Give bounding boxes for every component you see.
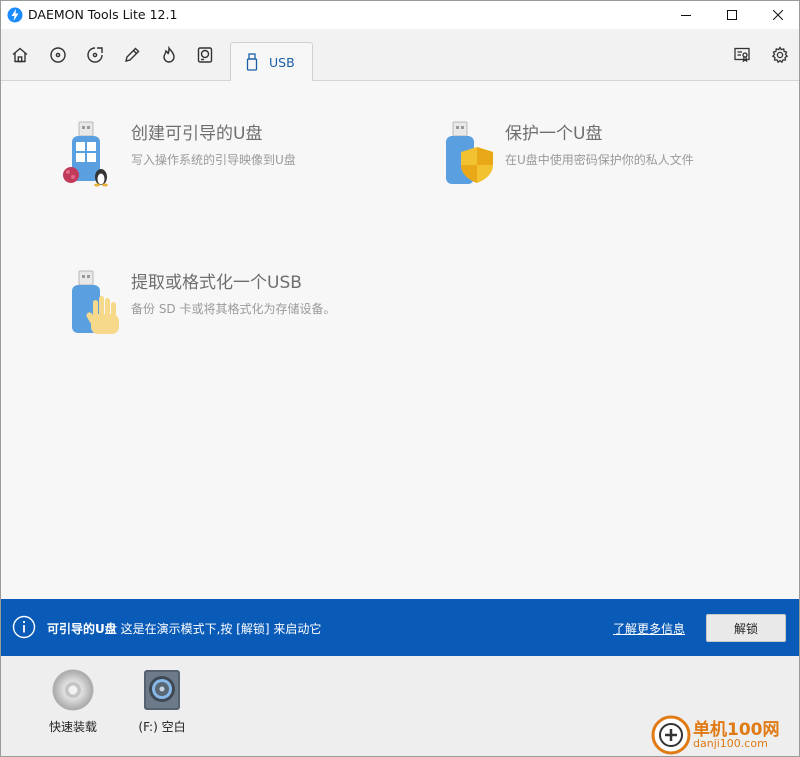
card-subtitle: 在U盘中使用密码保护你的私人文件 xyxy=(505,153,694,167)
bootable-usb-icon xyxy=(59,119,119,191)
daemon-logo-icon xyxy=(7,7,23,23)
card-extract-format-usb[interactable]: 提取或格式化一个USB 备份 SD 卡或将其格式化为存储设备。 xyxy=(59,268,379,348)
card-create-bootable-usb[interactable]: 创建可引导的U盘 写入操作系统的引导映像到U盘 xyxy=(59,119,379,199)
site-watermark: 单机100网 danji100.com xyxy=(649,713,799,756)
card-title: 创建可引导的U盘 xyxy=(131,124,263,144)
minimize-button[interactable] xyxy=(663,1,709,29)
home-icon[interactable] xyxy=(8,43,32,67)
usb-panel: 创建可引导的U盘 写入操作系统的引导映像到U盘 保护一个U盘 在U盘中使用密码保… xyxy=(1,81,799,599)
unlock-button[interactable]: 解锁 xyxy=(706,614,786,642)
disc-icon[interactable] xyxy=(46,43,70,67)
gear-icon[interactable] xyxy=(768,43,792,67)
info-message: 可引导的U盘 这是在演示模式下,按 [解锁] 来启动它 xyxy=(47,620,321,637)
card-title: 保护一个U盘 xyxy=(505,124,603,144)
watermark-logo-icon xyxy=(651,715,691,755)
trial-info-bar: 可引导的U盘 这是在演示模式下,按 [解锁] 来启动它 了解更多信息 解锁 xyxy=(1,599,799,656)
card-protect-usb[interactable]: 保护一个U盘 在U盘中使用密码保护你的私人文件 xyxy=(433,119,773,199)
device-label: (F:) 空白 xyxy=(138,720,186,734)
card-subtitle: 备份 SD 卡或将其格式化为存储设备。 xyxy=(131,302,336,316)
disc-image-icon[interactable] xyxy=(83,43,107,67)
hdd-icon[interactable] xyxy=(193,43,217,67)
info-message-text: 这是在演示模式下,按 [解锁] 来启动它 xyxy=(116,622,322,636)
pencil-icon[interactable] xyxy=(120,43,144,67)
tab-usb[interactable]: USB xyxy=(230,42,313,82)
format-usb-icon xyxy=(59,268,119,340)
app-window: DAEMON Tools Lite 12.1 USB 创建可引导的U盘 写入操作… xyxy=(0,0,800,757)
info-icon xyxy=(12,615,36,643)
watermark-url: danji100.com xyxy=(693,737,768,750)
flame-icon[interactable] xyxy=(157,43,181,67)
info-message-bold: 可引导的U盘 xyxy=(47,622,117,636)
card-title: 提取或格式化一个USB xyxy=(131,273,302,293)
learn-more-link[interactable]: 了解更多信息 xyxy=(613,620,685,637)
usb-drive-icon xyxy=(245,53,259,75)
toolbar: USB xyxy=(1,29,799,82)
protected-usb-icon xyxy=(433,119,493,191)
card-subtitle: 写入操作系统的引导映像到U盘 xyxy=(131,153,296,167)
quick-mount-disc-icon xyxy=(51,668,95,712)
device-label: 快速装载 xyxy=(48,720,97,734)
drive-f-item[interactable]: (F:) 空白 xyxy=(129,668,195,735)
quick-mount-item[interactable]: 快速装载 xyxy=(41,668,105,735)
virtual-drive-icon xyxy=(142,668,182,712)
tab-usb-label: USB xyxy=(269,55,295,70)
title-bar: DAEMON Tools Lite 12.1 xyxy=(1,1,799,29)
license-icon[interactable] xyxy=(730,43,754,67)
window-title: DAEMON Tools Lite 12.1 xyxy=(28,7,178,22)
maximize-button[interactable] xyxy=(709,1,755,29)
close-button[interactable] xyxy=(755,1,799,29)
